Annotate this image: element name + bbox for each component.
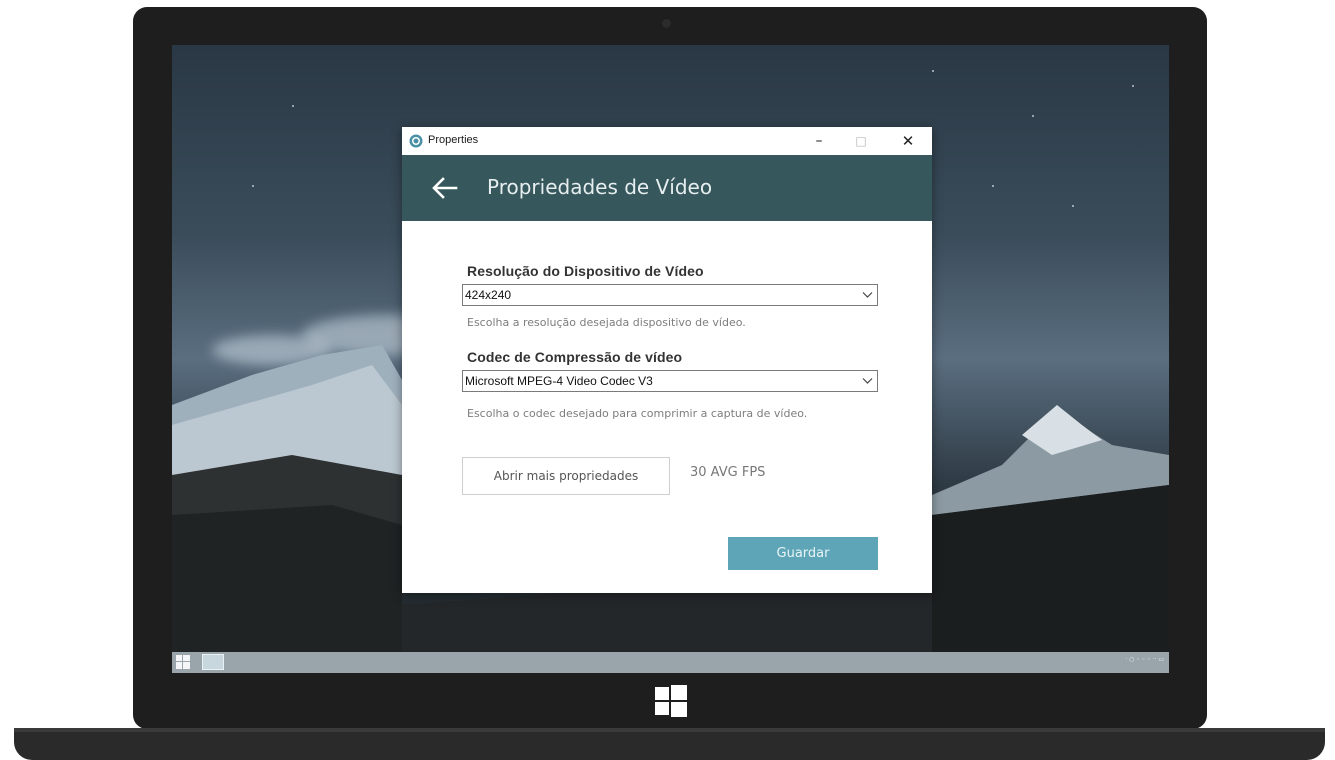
app-logo-icon <box>409 134 423 148</box>
fps-indicator: 30 AVG FPS <box>690 465 766 480</box>
windows-logo-icon <box>655 685 687 717</box>
page-header: Propriedades de Vídeo <box>402 155 932 221</box>
laptop-base-edge <box>14 728 1325 732</box>
chevron-down-icon <box>862 378 873 384</box>
taskbar-app-button[interactable] <box>202 654 224 670</box>
laptop-base <box>14 728 1325 760</box>
codec-hint: Escolha o codec desejado para comprimir … <box>467 407 808 420</box>
resolution-select[interactable]: 424x240 <box>462 284 878 306</box>
open-more-properties-button[interactable]: Abrir mais propriedades <box>462 457 670 495</box>
close-button[interactable]: ✕ <box>896 131 920 151</box>
window-title: Properties <box>428 134 479 146</box>
resolution-label: Resolução do Dispositivo de Vídeo <box>467 263 704 279</box>
resolution-hint: Escolha a resolução desejada dispositivo… <box>467 316 746 329</box>
windows-start-icon[interactable] <box>176 655 190 669</box>
codec-value: Microsoft MPEG-4 Video Codec V3 <box>465 374 653 388</box>
properties-dialog: Properties – □ ✕ Propriedades de Vídeo R… <box>402 127 932 593</box>
codec-label: Codec de Compressão de vídeo <box>467 349 683 365</box>
save-button[interactable]: Guardar <box>728 537 878 570</box>
taskbar: · ○ ◦ ◦ ◦ ·· ▭ <box>172 652 1169 673</box>
resolution-value: 424x240 <box>465 288 512 302</box>
webcam <box>662 19 671 28</box>
maximize-button[interactable]: □ <box>849 131 873 151</box>
codec-select[interactable]: Microsoft MPEG-4 Video Codec V3 <box>462 370 878 392</box>
back-arrow-icon[interactable] <box>430 173 460 203</box>
page-title: Propriedades de Vídeo <box>487 175 713 199</box>
minimize-button[interactable]: – <box>807 131 831 151</box>
system-tray: · ○ ◦ ◦ ◦ ·· ▭ <box>1125 656 1164 663</box>
chevron-down-icon <box>862 292 873 298</box>
title-bar: Properties – □ ✕ <box>402 127 932 155</box>
